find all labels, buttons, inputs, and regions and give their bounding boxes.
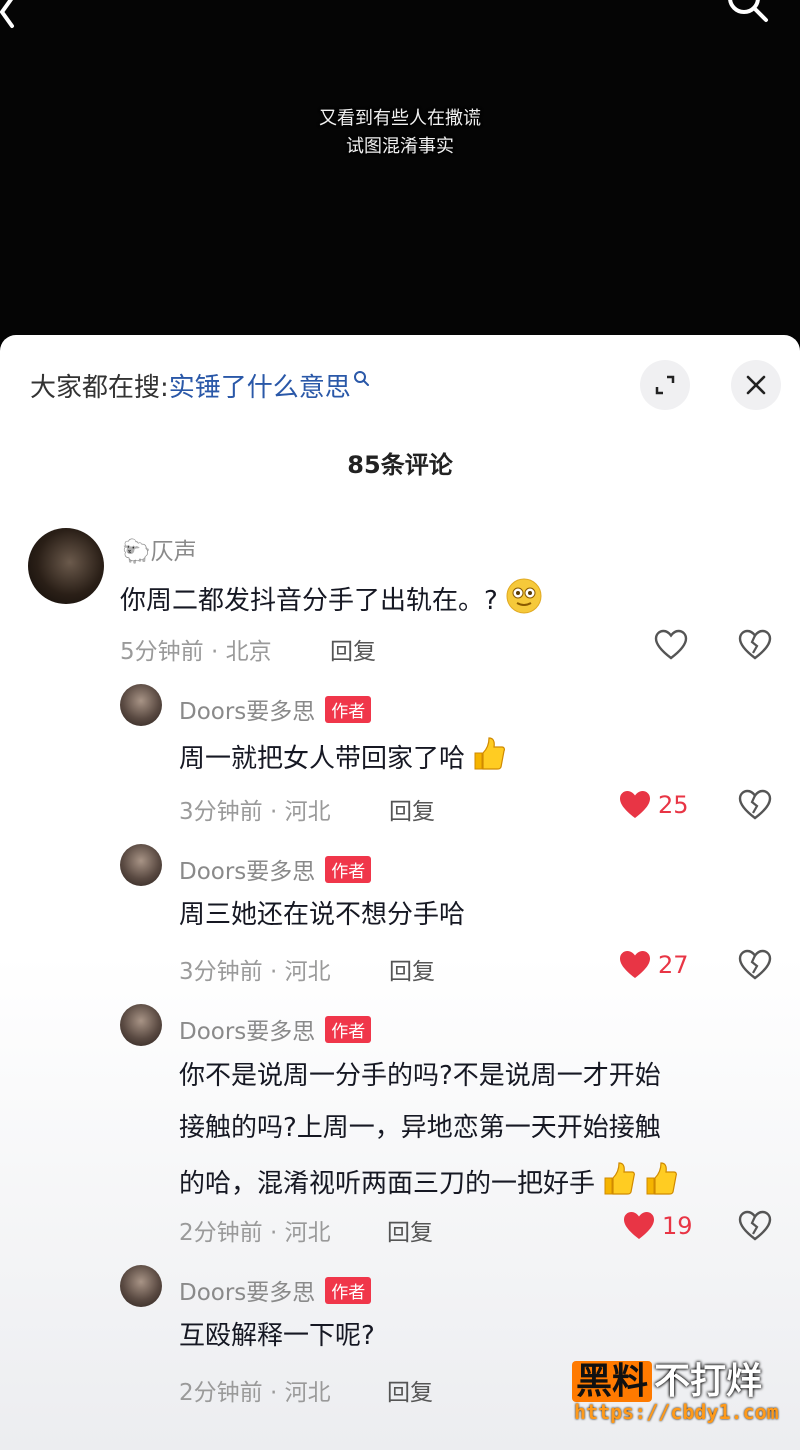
- comment-username[interactable]: 🐑仄声: [122, 532, 197, 566]
- video-player[interactable]: 又看到有些人在撒谎 试图混淆事实: [0, 0, 800, 340]
- reply-button[interactable]: 回复: [387, 1373, 433, 1407]
- avatar[interactable]: [120, 684, 162, 726]
- reply-text-line-1: 你不是说周一分手的吗?不是说周一才开始: [179, 1061, 661, 1091]
- like-button[interactable]: 19: [622, 1210, 693, 1242]
- dislike-broken-heart-icon[interactable]: [738, 1210, 772, 1242]
- reply-time-location: 3分钟前 · 河北: [179, 799, 331, 825]
- reply-button[interactable]: 回复: [389, 952, 435, 986]
- comment-time-location: 5分钟前 · 北京: [120, 639, 272, 665]
- reply-item: Doors要多思 作者 周三她还在说不想分手哈 3分钟前 · 河北 回复 27: [0, 835, 800, 995]
- reply-time-location: 2分钟前 · 河北: [179, 1220, 331, 1246]
- reply-button[interactable]: 回复: [389, 792, 435, 826]
- dislike-broken-heart-icon[interactable]: [738, 949, 772, 981]
- dizzy-face-emoji-icon: [506, 578, 542, 614]
- reply-username[interactable]: Doors要多思 作者: [179, 1273, 372, 1307]
- reply-text: 周三她还在说不想分手哈: [179, 900, 466, 930]
- reply-button[interactable]: 回复: [330, 632, 376, 666]
- reply-button[interactable]: 回复: [387, 1213, 433, 1247]
- like-heart-outline-icon[interactable]: [654, 629, 688, 661]
- author-badge: 作者: [325, 1016, 372, 1043]
- like-heart-filled-icon: [620, 951, 650, 978]
- like-count: 27: [658, 951, 689, 979]
- comment-item: 🐑仄声 你周二都发抖音分手了出轨在。? 5分钟前 · 北京 回复: [0, 335, 800, 675]
- reply-username[interactable]: Doors要多思 作者: [179, 852, 372, 886]
- like-heart-filled-icon: [620, 791, 650, 818]
- comment-sheet: 大家都在搜:实锤了什么意思 85条评论 🐑仄声 你周二都发抖音分手了出轨在。?: [0, 335, 800, 1450]
- back-arrow-icon[interactable]: [0, 0, 34, 32]
- like-count: 19: [662, 1212, 693, 1240]
- comment-text: 你周二都发抖音分手了出轨在。?: [120, 575, 544, 621]
- video-subtitle-line-2: 试图混淆事实: [346, 136, 454, 157]
- reply-text: 周一就把女人带回家了哈: [179, 735, 507, 779]
- reply-item: Doors要多思 作者 你不是说周一分手的吗?不是说周一才开始 接触的吗?上周一，…: [0, 995, 800, 1255]
- video-subtitle-line-1: 又看到有些人在撒谎: [319, 108, 481, 129]
- like-button[interactable]: 27: [618, 949, 689, 981]
- avatar[interactable]: [120, 1004, 162, 1046]
- reply-text: 互殴解释一下呢?: [179, 1321, 375, 1351]
- thumbs-up-emoji-icon: [604, 1162, 636, 1195]
- reply-username[interactable]: Doors要多思 作者: [179, 1012, 372, 1046]
- like-count: 25: [658, 791, 689, 819]
- thumbs-up-emoji-icon: [474, 737, 506, 770]
- watermark-url: https://cbdy1.com: [574, 1400, 779, 1424]
- search-icon[interactable]: [722, 0, 774, 26]
- reply-text-line-2: 接触的吗?上周一，异地恋第一天开始接触: [179, 1113, 661, 1143]
- avatar[interactable]: [120, 1265, 162, 1307]
- avatar[interactable]: [28, 528, 104, 604]
- watermark: 黑料 不打烊 https://cbdy1.com: [572, 1352, 792, 1442]
- dislike-broken-heart-icon[interactable]: [738, 789, 772, 821]
- dislike-broken-heart-icon[interactable]: [738, 629, 772, 661]
- avatar[interactable]: [120, 844, 162, 886]
- reply-text-line-3: 的哈，混淆视听两面三刀的一把好手: [179, 1160, 679, 1204]
- reply-username[interactable]: Doors要多思 作者: [179, 692, 372, 726]
- sheep-emoji-icon: 🐑: [122, 539, 151, 565]
- watermark-brand: 黑料 不打烊: [572, 1352, 762, 1404]
- author-badge: 作者: [325, 696, 372, 723]
- like-heart-filled-icon: [624, 1212, 654, 1239]
- reply-item: Doors要多思 作者 周一就把女人带回家了哈 3分钟前 · 河北 回复 25: [0, 675, 800, 835]
- reply-time-location: 3分钟前 · 河北: [179, 959, 331, 985]
- like-button[interactable]: 25: [618, 789, 689, 821]
- thumbs-up-emoji-icon: [646, 1162, 678, 1195]
- author-badge: 作者: [325, 856, 372, 883]
- author-badge: 作者: [325, 1277, 372, 1304]
- reply-time-location: 2分钟前 · 河北: [179, 1380, 331, 1406]
